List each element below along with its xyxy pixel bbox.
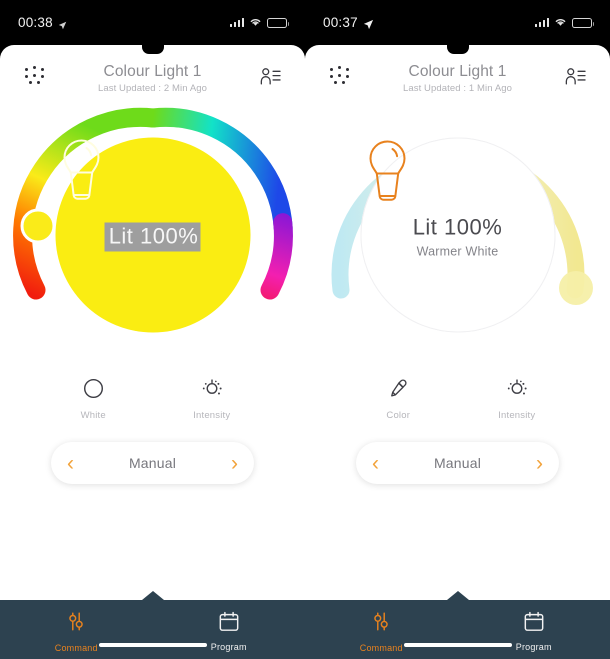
- user-list-icon[interactable]: [558, 59, 592, 93]
- header-text-block: Colour Light 1 Last Updated : 2 Min Ago: [52, 59, 253, 94]
- calendar-icon: [218, 611, 240, 637]
- status-bar-left: 00:38: [18, 15, 67, 30]
- home-indicator[interactable]: [403, 643, 512, 647]
- control-intensity-label: Intensity: [498, 410, 536, 421]
- dial-area: Lit 100% Warmer White: [305, 107, 610, 362]
- dot-grid-icon[interactable]: [323, 59, 357, 93]
- control-color[interactable]: Color: [339, 368, 458, 430]
- nav-item-program[interactable]: Program: [458, 600, 610, 659]
- nav-active-pointer: [446, 591, 469, 600]
- chevron-right-icon[interactable]: ›: [536, 453, 543, 474]
- chevron-right-icon[interactable]: ›: [231, 453, 238, 474]
- dot-grid-glyph: [330, 66, 350, 86]
- colour-dial-handle[interactable]: [20, 208, 55, 243]
- colour-dial[interactable]: Lit 100%: [12, 107, 293, 360]
- dial-face[interactable]: Lit 100%: [55, 137, 250, 332]
- app-surface: Colour Light 1 Last Updated : 2 Min Ago: [0, 45, 305, 659]
- dial-face[interactable]: Lit 100% Warmer White: [360, 137, 555, 332]
- chevron-left-icon[interactable]: ‹: [67, 453, 74, 474]
- status-time: 00:38: [18, 15, 53, 30]
- status-bar: 00:37: [305, 0, 610, 45]
- notch: [446, 45, 469, 54]
- mode-label: Manual: [128, 455, 177, 471]
- status-badge: Lit 100%: [104, 222, 201, 251]
- wifi-icon: [554, 15, 567, 30]
- nav-item-command[interactable]: Command: [0, 600, 153, 659]
- control-intensity-label: Intensity: [193, 410, 231, 421]
- chevron-left-icon[interactable]: ‹: [372, 453, 379, 474]
- mode-selector-area: ‹ Manual ›: [305, 442, 610, 484]
- signal-bars-icon: [229, 18, 244, 27]
- app-header: Colour Light 1 Last Updated : 2 Min Ago: [0, 45, 305, 107]
- status-bar-left: 00:37: [323, 15, 373, 30]
- status-bar: 00:38: [0, 0, 305, 45]
- phone-screen-left: 00:38 Colour Light 1 Last Updated: 2 Mi…: [0, 0, 305, 659]
- control-color-label: Color: [386, 409, 411, 421]
- wifi-icon: [249, 15, 262, 30]
- brightness-icon: [201, 377, 223, 404]
- bottom-nav: Command Program: [0, 591, 306, 659]
- control-intensity[interactable]: Intensity: [153, 368, 272, 430]
- control-white[interactable]: White: [34, 368, 153, 430]
- app-surface: Colour Light 1 Last Updated : 1 Min Ago: [305, 45, 610, 659]
- mode-label: Manual: [433, 455, 482, 471]
- status-bar-right: [534, 15, 595, 30]
- dual-phone-screenshot: 00:38 Colour Light 1 Last Updated: 2 Mi…: [0, 0, 610, 659]
- status-badge: Lit 100%: [412, 214, 503, 240]
- sliders-icon: [370, 611, 392, 638]
- page-title: Colour Light 1: [408, 62, 507, 80]
- header-text-block: Colour Light 1 Last Updated : 1 Min Ago: [357, 59, 558, 94]
- control-row: White Intensity: [0, 368, 305, 430]
- last-updated-label: Last Updated : 1 Min Ago: [402, 82, 513, 94]
- navigation-arrow-icon: [363, 18, 373, 30]
- mode-selector[interactable]: ‹ Manual ›: [356, 442, 559, 484]
- dial-status-row: Lit 100%: [413, 215, 503, 241]
- status-time: 00:37: [323, 15, 358, 30]
- mode-selector[interactable]: ‹ Manual ›: [51, 442, 254, 484]
- notch: [141, 45, 164, 54]
- location-arrow-icon: [58, 18, 67, 30]
- dial-area: Lit 100%: [0, 107, 305, 362]
- dial-status-row: Lit 100%: [104, 222, 201, 251]
- nav-label-program: Program: [210, 642, 247, 652]
- nav-label-command: Command: [359, 642, 403, 653]
- battery-icon: [572, 17, 595, 28]
- control-white-label: White: [80, 409, 106, 421]
- home-indicator[interactable]: [98, 643, 207, 647]
- nav-item-program[interactable]: Program: [153, 600, 306, 659]
- white-temperature-label: Warmer White: [416, 244, 499, 259]
- sliders-icon: [65, 611, 87, 638]
- nav-active-pointer: [141, 591, 164, 600]
- battery-icon: [267, 17, 290, 28]
- user-list-icon[interactable]: [253, 59, 287, 93]
- bottom-nav: Command Program: [305, 591, 610, 659]
- dot-grid-icon[interactable]: [18, 59, 52, 93]
- white-dial[interactable]: Lit 100% Warmer White: [327, 110, 593, 360]
- white-dial-handle[interactable]: [558, 270, 593, 305]
- mode-selector-area: ‹ Manual ›: [0, 442, 305, 484]
- last-updated-label: Last Updated : 2 Min Ago: [97, 82, 208, 94]
- phone-screen-right: 00:37 Colour Light 1 Last Updated: 1 Mi…: [305, 0, 610, 659]
- nav-item-command[interactable]: Command: [305, 600, 458, 659]
- nav-label-program: Program: [515, 642, 552, 652]
- signal-bars-icon: [534, 18, 549, 27]
- nav-label-command: Command: [54, 642, 98, 653]
- control-intensity[interactable]: Intensity: [458, 368, 577, 430]
- control-row: Color Intensity: [305, 368, 610, 430]
- dot-grid-glyph: [25, 66, 45, 86]
- eyedropper-icon: [388, 378, 409, 404]
- brightness-icon: [506, 377, 528, 404]
- calendar-icon: [523, 611, 545, 637]
- app-header: Colour Light 1 Last Updated : 1 Min Ago: [305, 45, 610, 107]
- page-title: Colour Light 1: [103, 62, 202, 80]
- white-circle-icon: [83, 378, 104, 404]
- status-bar-right: [229, 15, 290, 30]
